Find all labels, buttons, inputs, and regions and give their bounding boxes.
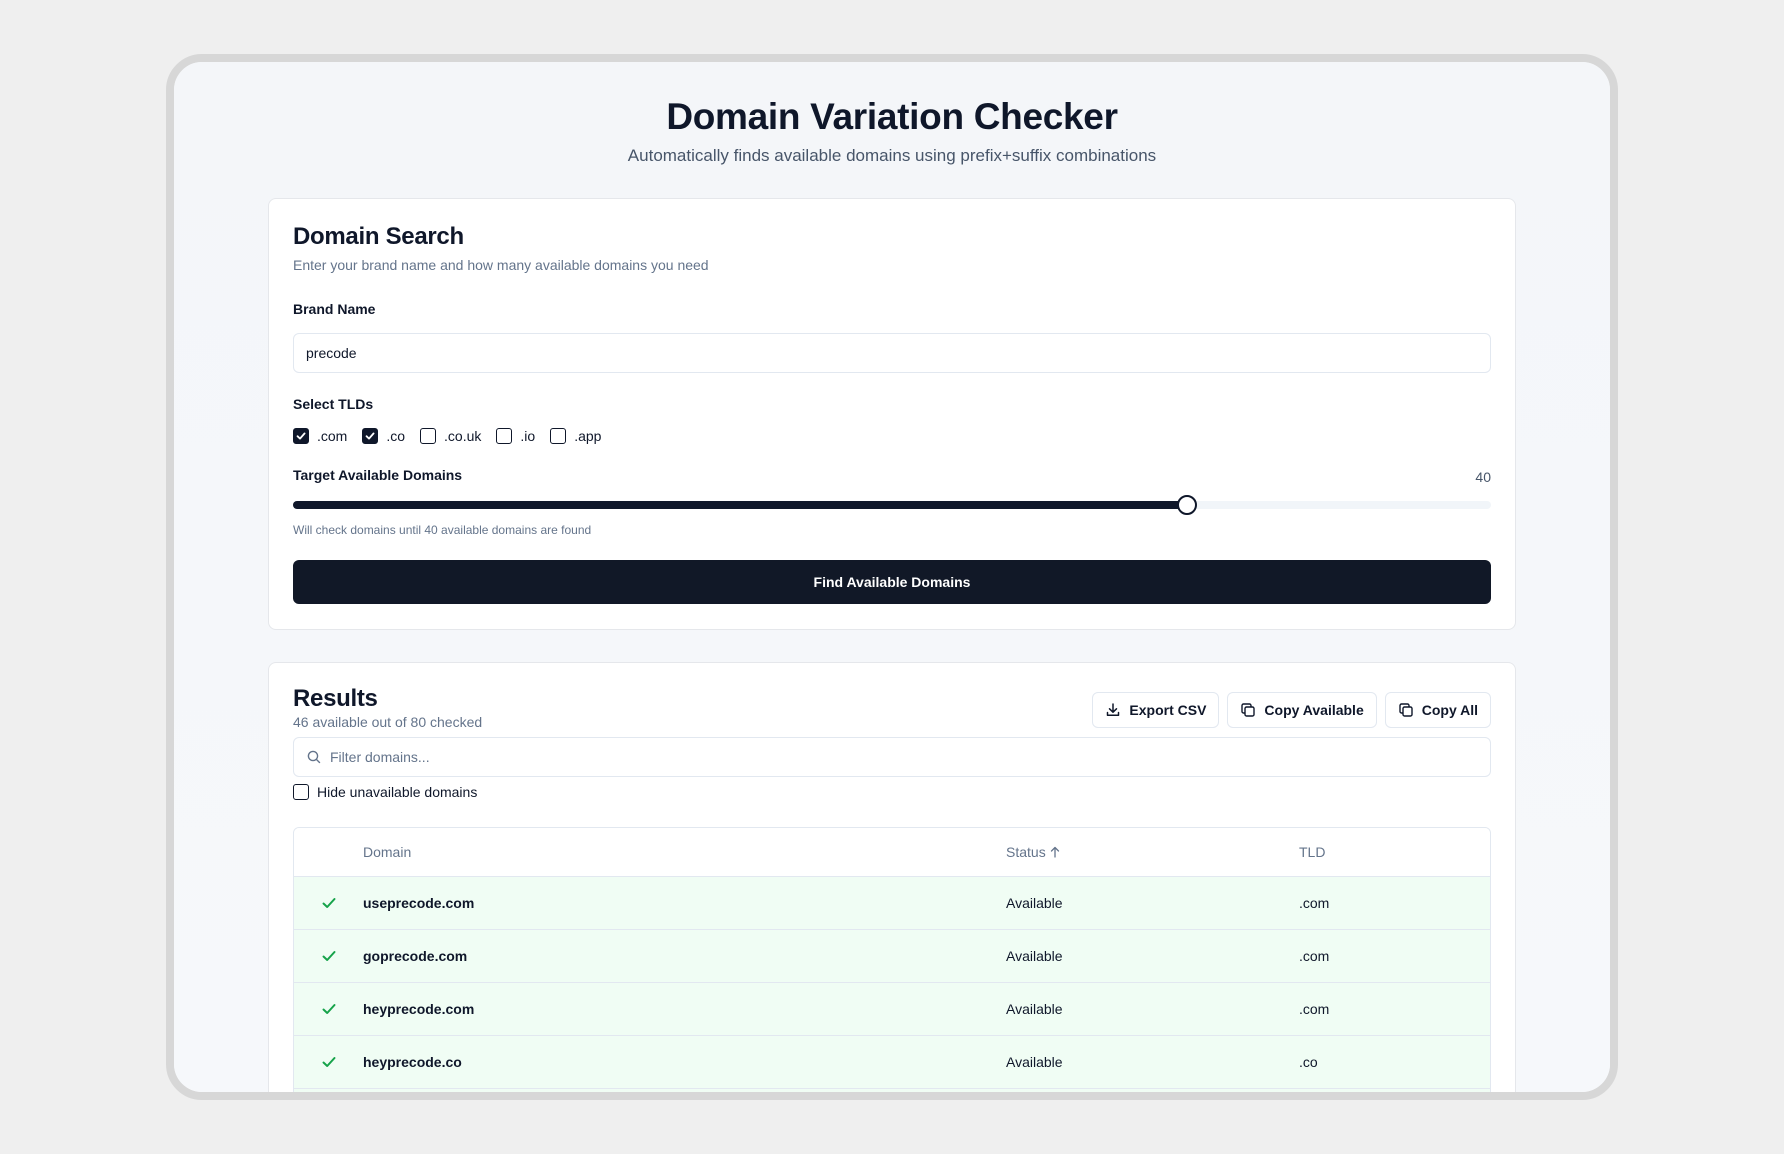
tld-app-label: .app	[574, 428, 602, 444]
status-header-label: Status	[1006, 844, 1046, 860]
tld-co-uk-checkbox[interactable]	[420, 428, 437, 444]
check-icon	[296, 432, 306, 440]
target-hint: Will check domains until 40 available do…	[293, 523, 592, 537]
filter-domains-input[interactable]	[330, 749, 1430, 765]
table-row[interactable]: heyprecode.co Available .co	[294, 1036, 1490, 1089]
app-content: Domain Variation Checker Automatically f…	[174, 62, 1610, 1092]
tld-app-checkbox[interactable]	[550, 428, 567, 444]
row-status: Available	[1006, 948, 1063, 964]
copy-all-button[interactable]: Copy All	[1384, 692, 1491, 728]
row-tld: .co	[1299, 1054, 1318, 1070]
tld-co-checkbox[interactable]	[362, 428, 379, 444]
filter-box	[293, 737, 1491, 777]
copy-icon	[1241, 703, 1256, 717]
row-status: Available	[1006, 895, 1063, 911]
hide-unavailable-label: Hide unavailable domains	[317, 784, 478, 800]
copy-icon	[1399, 703, 1413, 717]
target-domains-slider[interactable]	[293, 495, 1491, 515]
available-check-icon	[294, 947, 363, 965]
row-domain: heyprecode.com	[363, 1001, 475, 1017]
tld-option-co-uk[interactable]: .co.uk	[420, 428, 481, 444]
row-status: Available	[1006, 1001, 1063, 1017]
tlds-label: Select TLDs	[293, 396, 374, 412]
row-domain: heyprecode.co	[363, 1054, 462, 1070]
row-domain: goprecode.com	[363, 948, 468, 964]
download-icon	[1107, 703, 1120, 716]
search-icon	[307, 750, 321, 764]
copy-available-label: Copy Available	[1264, 702, 1364, 718]
tld-co-uk-label: .co.uk	[444, 428, 482, 444]
table-row[interactable]: useprecode.com Available .com	[294, 877, 1490, 930]
find-domains-button[interactable]: Find Available Domains	[293, 560, 1491, 604]
domain-search-card: Domain Search Enter your brand name and …	[268, 198, 1516, 630]
export-csv-button[interactable]: Export CSV	[1092, 692, 1220, 728]
results-actions: Export CSV Copy Available Copy All	[1084, 692, 1491, 728]
page-subtitle: Automatically finds available domains us…	[627, 146, 1157, 165]
table-row[interactable]: goprecode.com Available .com	[294, 930, 1490, 983]
column-header-status[interactable]: Status	[1006, 844, 1299, 860]
column-header-domain[interactable]: Domain	[363, 844, 1006, 860]
tld-option-com[interactable]: .com	[293, 428, 347, 444]
export-csv-label: Export CSV	[1129, 702, 1207, 718]
search-card-description: Enter your brand name and how many avail…	[293, 257, 709, 273]
tld-option-io[interactable]: .io	[496, 428, 535, 444]
app-window: Domain Variation Checker Automatically f…	[166, 54, 1618, 1100]
row-tld: .com	[1299, 1001, 1330, 1017]
slider-thumb[interactable]	[1176, 495, 1197, 515]
hide-unavailable-option[interactable]: Hide unavailable domains	[293, 784, 477, 800]
available-check-icon	[294, 1000, 363, 1018]
row-status: Available	[1006, 1054, 1063, 1070]
results-card: Results 46 available out of 80 checked E…	[268, 662, 1516, 1092]
results-summary: 46 available out of 80 checked	[293, 714, 483, 730]
sort-ascending-icon	[1050, 846, 1059, 858]
tld-com-checkbox[interactable]	[293, 428, 309, 444]
tld-io-label: .io	[520, 428, 536, 444]
target-domains-label: Target Available Domains	[293, 467, 463, 483]
results-title: Results	[293, 685, 378, 712]
tld-io-checkbox[interactable]	[496, 428, 513, 444]
available-check-icon	[294, 894, 363, 912]
table-row-partial[interactable]	[294, 1089, 1490, 1092]
copy-available-button[interactable]: Copy Available	[1227, 692, 1377, 728]
copy-all-label: Copy All	[1421, 702, 1478, 718]
page-title: Domain Variation Checker	[666, 96, 1118, 137]
row-domain: useprecode.com	[363, 895, 475, 911]
row-tld: .com	[1299, 895, 1330, 911]
check-icon	[365, 432, 375, 440]
tld-option-co[interactable]: .co	[362, 428, 405, 444]
search-card-title: Domain Search	[293, 223, 464, 250]
available-check-icon	[294, 1053, 363, 1071]
hide-unavailable-checkbox[interactable]	[293, 784, 309, 800]
column-header-tld[interactable]: TLD	[1299, 844, 1490, 860]
tld-checkbox-group: .com .co .co.uk .io .app	[293, 428, 616, 444]
row-tld: .com	[1299, 948, 1330, 964]
table-row[interactable]: heyprecode.com Available .com	[294, 983, 1490, 1036]
tld-option-app[interactable]: .app	[550, 428, 601, 444]
target-domains-value: 40	[1475, 469, 1491, 485]
slider-fill	[293, 501, 1187, 509]
results-table: Domain Status TLD useprecode.com Availab…	[293, 827, 1491, 1092]
tld-co-label: .co	[386, 428, 406, 444]
table-header: Domain Status TLD	[294, 828, 1490, 877]
brand-name-input[interactable]	[293, 333, 1491, 373]
tld-com-label: .com	[317, 428, 348, 444]
brand-name-label: Brand Name	[293, 301, 376, 317]
